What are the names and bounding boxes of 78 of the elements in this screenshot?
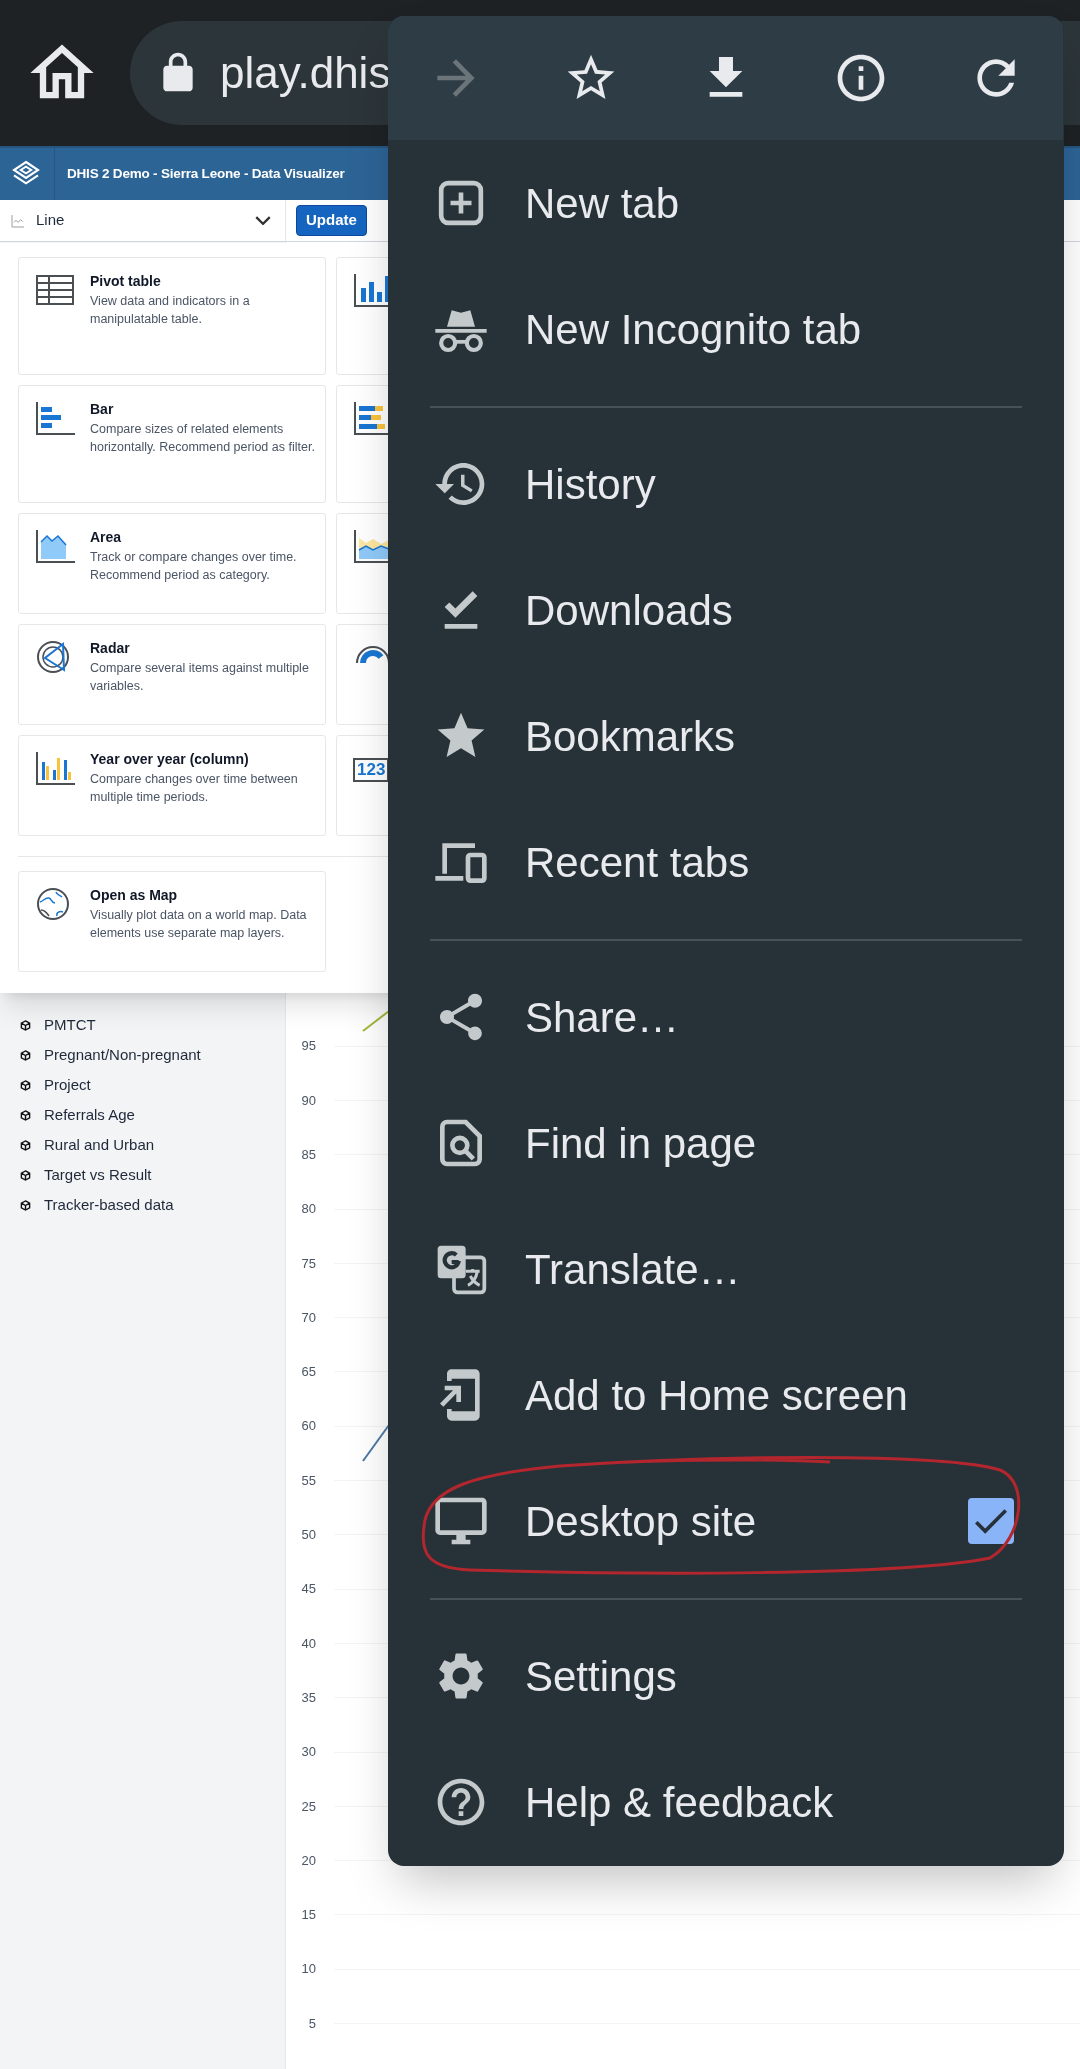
- chart-icon: [35, 528, 75, 564]
- axis-label: 50: [300, 1526, 316, 1545]
- option-description: Compare sizes of related elements horizontally. Recommend period as filter.: [90, 421, 315, 456]
- axis-label: 70: [300, 1308, 316, 1327]
- option-title: Radar: [90, 639, 131, 657]
- axis-label: 40: [300, 1634, 316, 1653]
- sidebar-item[interactable]: PMTCT: [44, 1013, 96, 1037]
- app-title: DHIS 2 Demo - Sierra Leone - Data Visualizer: [67, 164, 345, 183]
- chart-type-dropdown[interactable]: Line: [0, 200, 286, 241]
- chart-icon: [35, 272, 75, 308]
- chevron-down-icon: [255, 216, 271, 225]
- cube-icon: [20, 1109, 31, 1121]
- cube-icon: [20, 1139, 31, 1151]
- menu-item[interactable]: Help & feedback: [525, 1770, 834, 1834]
- chart-line: [362, 1424, 390, 1462]
- axis-label: 5: [307, 2014, 316, 2033]
- axis-label: 20: [300, 1851, 316, 1870]
- menu-item[interactable]: New Incognito tab: [525, 297, 862, 361]
- cube-icon: [20, 1169, 31, 1181]
- axis-label: 80: [300, 1200, 316, 1219]
- chart-icon: [35, 400, 75, 436]
- chart-type-option[interactable]: Bar Compare sizes of related elements horizontally. Recommend period as filter.: [18, 385, 326, 503]
- option-title: Bar: [90, 400, 115, 418]
- menu-item[interactable]: Add to Home screen: [525, 1363, 908, 1427]
- axis-label: 90: [300, 1091, 316, 1110]
- sidebar-item[interactable]: Project: [44, 1073, 91, 1097]
- menu-item[interactable]: Settings: [525, 1644, 677, 1708]
- option-description: View data and indicators in a manipulatable table.: [90, 293, 251, 328]
- axis-label: 35: [300, 1688, 316, 1707]
- sidebar-item[interactable]: Target vs Result: [44, 1163, 152, 1187]
- option-title: Open as Map: [90, 886, 179, 904]
- option-title: Pivot table: [90, 272, 162, 290]
- option-description: Compare several items against multiple variables.: [90, 660, 310, 695]
- chart-type-option[interactable]: Area Track or compare changes over time. Recommend period as category.: [18, 513, 326, 614]
- axis-label: 85: [300, 1146, 316, 1164]
- axis-label: 30: [300, 1743, 316, 1762]
- axis-label: 60: [300, 1417, 316, 1436]
- option-title: Area: [90, 528, 123, 546]
- menu-item[interactable]: Bookmarks: [525, 704, 736, 768]
- axis-label: 25: [300, 1797, 316, 1816]
- sidebar-item[interactable]: Pregnant/Non-pregnant: [44, 1043, 201, 1067]
- cube-icon: [20, 1079, 31, 1091]
- menu-item[interactable]: Translate…: [525, 1237, 741, 1301]
- chart-line: [362, 1010, 390, 1032]
- option-description: Track or compare changes over time. Recommend period as category.: [90, 549, 298, 584]
- menu-item[interactable]: Find in page: [525, 1111, 757, 1175]
- axis-label: 65: [300, 1363, 316, 1382]
- menu-item[interactable]: Downloads: [525, 578, 733, 642]
- chart-type-option[interactable]: Open as Map Visually plot data on a world map. Data elements use separate map layers.: [18, 871, 326, 972]
- checkbox[interactable]: [968, 1498, 1014, 1544]
- menu-item[interactable]: New tab: [525, 171, 680, 235]
- line-chart-icon: [10, 212, 26, 229]
- option-description: Visually plot data on a world map. Data elements use separate map layers.: [90, 907, 308, 942]
- axis-label: 15: [300, 1906, 316, 1925]
- chart-type-option[interactable]: Pivot table View data and indicators in a manipulatable table.: [18, 257, 326, 375]
- cube-icon: [20, 1049, 31, 1061]
- axis-label: 95: [300, 1037, 316, 1056]
- cube-icon: [20, 1199, 31, 1211]
- url-text: play.dhis: [220, 47, 391, 99]
- sidebar-item[interactable]: Referrals Age: [44, 1103, 135, 1127]
- sidebar-item[interactable]: Rural and Urban: [44, 1133, 155, 1157]
- chart-type-option[interactable]: Radar Compare several items against multiple variables.: [18, 624, 326, 725]
- axis-label: 45: [300, 1580, 316, 1599]
- chart-type-option[interactable]: Year over year (column) Compare changes over time between multiple time periods.: [18, 735, 326, 836]
- check-icon: [975, 1508, 1007, 1534]
- update-button[interactable]: Update: [296, 205, 367, 236]
- sidebar-item[interactable]: Tracker-based data: [44, 1193, 174, 1217]
- axis-label: 10: [300, 1960, 316, 1979]
- option-description: Compare changes over time between multiple time periods.: [90, 771, 299, 806]
- menu-item[interactable]: Share…: [525, 985, 680, 1049]
- menu-item[interactable]: Recent tabs: [525, 830, 750, 894]
- option-title: Year over year (column): [90, 750, 250, 768]
- chart-icon: [35, 750, 75, 786]
- cube-icon: [20, 1019, 31, 1031]
- axis-label: 55: [300, 1471, 316, 1490]
- menu-item[interactable]: History: [525, 452, 656, 516]
- menu-item[interactable]: Desktop site: [525, 1489, 757, 1553]
- axis-label: 75: [300, 1254, 316, 1273]
